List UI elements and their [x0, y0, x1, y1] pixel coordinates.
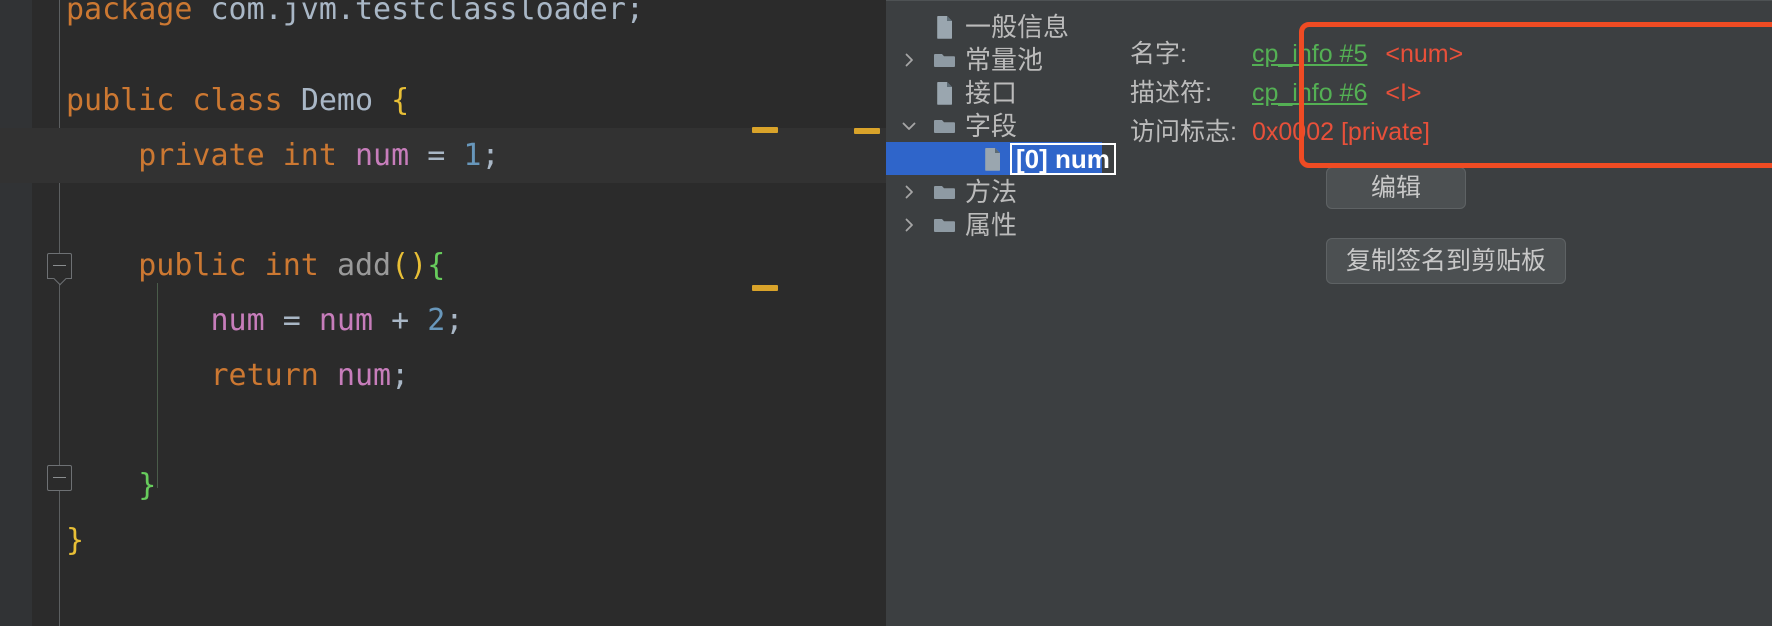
tree-item-label: 一般信息 — [965, 11, 1070, 42]
folder-icon — [934, 113, 956, 139]
tree-item-label: 属性 — [965, 209, 1018, 240]
cp-info-link[interactable]: cp_info #5 — [1252, 40, 1367, 69]
detail-field-label: 访问标志: — [1130, 118, 1237, 146]
code-line[interactable]: } — [0, 513, 886, 568]
folder-icon — [934, 179, 956, 205]
tree-item-label: 常量池 — [965, 44, 1044, 75]
tree-item-2[interactable]: 接口 — [886, 76, 1102, 109]
folder-icon — [934, 47, 956, 73]
detail-field-row: 名字: cp_info #5 <num> — [1130, 34, 1624, 73]
code-token: + — [391, 303, 428, 338]
detail-field-label: 描述符: — [1130, 79, 1212, 107]
code-line[interactable]: num = num + 2; — [0, 293, 886, 348]
code-token: private int — [138, 138, 355, 173]
code-token: { — [427, 248, 446, 283]
code-token: num — [318, 303, 392, 338]
code-token: public int — [138, 248, 337, 283]
file-page-icon — [934, 80, 956, 106]
detail-field-value: <I> — [1385, 79, 1422, 107]
tree-item-label: 方法 — [965, 176, 1018, 207]
detail-field-value: 0x0002 [private] — [1252, 118, 1430, 146]
code-token: ; — [481, 138, 500, 173]
code-token: 1 — [463, 138, 482, 173]
code-token: num — [355, 138, 428, 173]
code-token: add — [336, 248, 392, 283]
edit-button[interactable]: 编辑 — [1326, 167, 1466, 209]
code-token: } — [138, 468, 157, 503]
code-token: { — [391, 83, 410, 118]
code-token: = — [282, 303, 319, 338]
tree-item-4[interactable]: [0] num — [886, 142, 1116, 175]
code-line[interactable]: package com.jvm.testclassloader; — [0, 0, 886, 37]
copy-signature-to-clipboard-button[interactable]: 复制签名到剪贴板 — [1326, 238, 1566, 284]
code-text-area[interactable]: package com.jvm.testclassloader; public c… — [0, 0, 886, 626]
code-token: ; — [391, 358, 410, 393]
screen-root: package com.jvm.testclassloader; public c… — [0, 0, 1772, 626]
file-page-icon — [934, 14, 956, 40]
code-token: package — [66, 0, 211, 27]
detail-field-row: 描述符: cp_info #6 <I> — [1130, 73, 1624, 112]
tree-item-label: 接口 — [965, 77, 1018, 108]
tree-item-label: 字段 — [965, 110, 1018, 141]
detail-field-value: <num> — [1385, 40, 1464, 68]
code-token: num — [210, 303, 283, 338]
code-token: () — [391, 248, 428, 283]
tree-item-label: [0] num — [1010, 142, 1116, 175]
code-token: return — [210, 358, 337, 393]
tree-item-3[interactable]: 字段 — [886, 109, 1102, 142]
code-token: = — [427, 138, 464, 173]
folder-icon — [934, 212, 956, 238]
tree-item-5[interactable]: 方法 — [886, 175, 1102, 208]
code-editor-pane[interactable]: package com.jvm.testclassloader; public c… — [0, 0, 886, 626]
detail-field-label: 名字: — [1130, 40, 1187, 68]
change-marker[interactable] — [752, 127, 778, 133]
tree-item-1[interactable]: 常量池 — [886, 43, 1102, 76]
chevron-right-icon[interactable] — [900, 216, 918, 234]
classfile-inspector-panel: 一般信息 常量池 接口 字段 [0] num 方法 属性 名字: cp_info #5 <num… — [886, 0, 1772, 626]
code-token: com.jvm.testclassloader; — [210, 0, 644, 27]
code-token: public class — [66, 83, 301, 118]
change-marker[interactable] — [854, 128, 880, 134]
chevron-right-icon[interactable] — [900, 183, 918, 201]
tree-item-6[interactable]: 属性 — [886, 208, 1102, 241]
code-token: ; — [445, 303, 464, 338]
code-token: } — [66, 523, 85, 558]
code-line[interactable]: public class Demo { — [0, 73, 886, 128]
classfile-tree[interactable]: 一般信息 常量池 接口 字段 [0] num 方法 属性 — [886, 0, 1116, 626]
change-marker[interactable] — [752, 285, 778, 291]
code-token: Demo — [300, 83, 392, 118]
code-token: 2 — [427, 303, 446, 338]
code-line[interactable]: return num; — [0, 348, 886, 403]
code-line[interactable]: } — [0, 458, 886, 513]
chevron-down-icon[interactable] — [900, 117, 918, 135]
field-detail-panel: 名字: cp_info #5 <num> 描述符: cp_info #6 <I> 访问标志:… — [1102, 0, 1772, 626]
detail-field-row: 访问标志: 0x0002 [private] — [1130, 112, 1624, 151]
cp-info-link[interactable]: cp_info #6 — [1252, 79, 1367, 108]
chevron-right-icon[interactable] — [900, 51, 918, 69]
code-line[interactable]: private int num = 1; — [0, 128, 886, 183]
file-page-icon — [982, 146, 1004, 172]
tree-item-0[interactable]: 一般信息 — [886, 10, 1102, 43]
field-detail-rows: 名字: cp_info #5 <num> 描述符: cp_info #6 <I> 访问标志:… — [1116, 16, 1624, 171]
code-token: num — [336, 358, 392, 393]
